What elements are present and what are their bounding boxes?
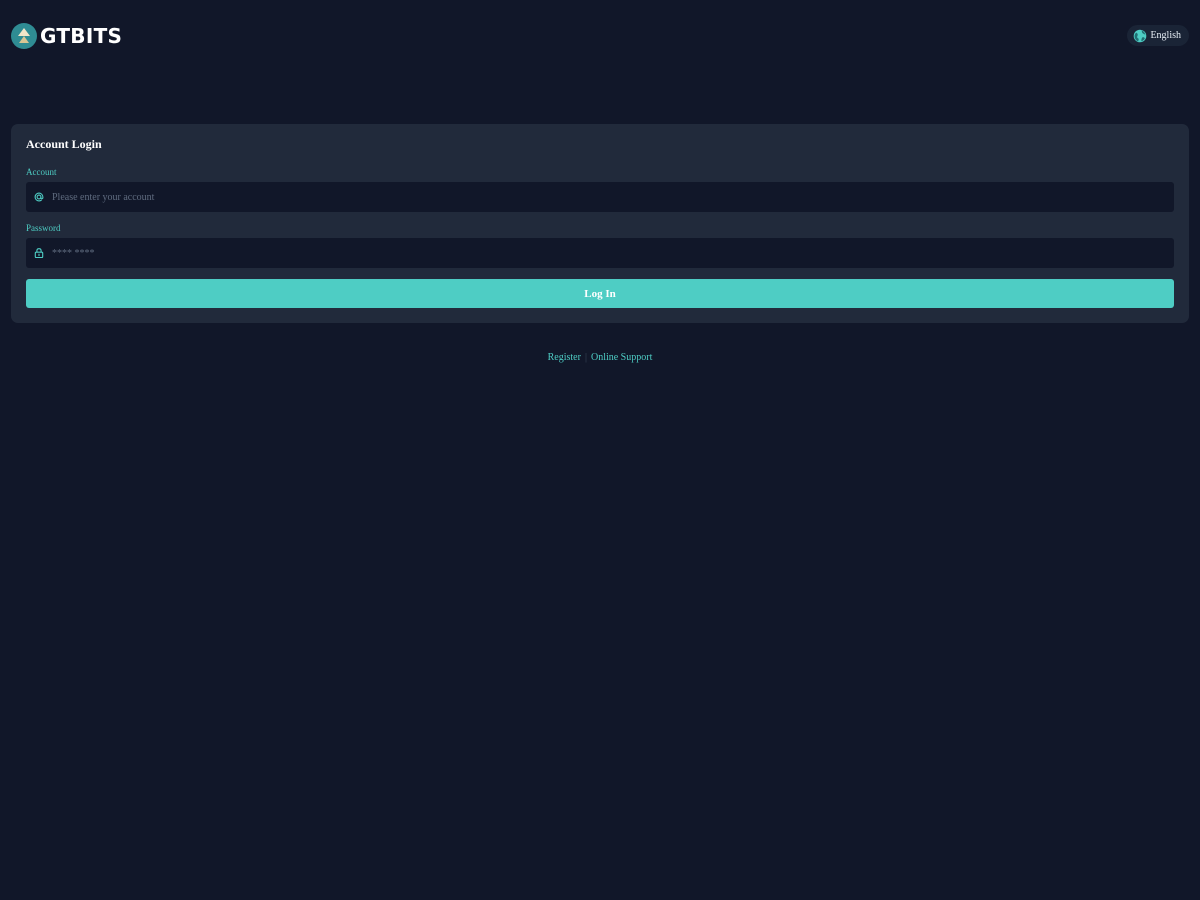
language-selector[interactable]: English: [1127, 25, 1189, 46]
register-link[interactable]: Register: [548, 352, 581, 363]
globe-icon: [1134, 29, 1147, 42]
password-input[interactable]: [52, 239, 1174, 267]
lock-icon: [34, 248, 44, 259]
account-field-wrapper: [26, 182, 1174, 212]
brand-logo[interactable]: GTBITS: [11, 23, 122, 49]
account-input[interactable]: [52, 183, 1174, 211]
gtbits-logo-icon: [11, 23, 37, 49]
footer-separator: |: [584, 352, 587, 363]
at-sign-icon: [34, 192, 44, 202]
account-label: Account: [26, 167, 57, 177]
login-title: Account Login: [26, 137, 102, 151]
password-label: Password: [26, 223, 61, 233]
login-card: Account Login Account Password Log In: [11, 124, 1189, 323]
login-button[interactable]: Log In: [26, 279, 1174, 308]
footer-links: Register | Online Support: [0, 352, 1200, 363]
online-support-link[interactable]: Online Support: [591, 352, 652, 363]
language-label: English: [1150, 30, 1181, 41]
top-header: GTBITS English: [0, 0, 1200, 72]
brand-name: GTBITS: [40, 24, 123, 48]
password-field-wrapper: [26, 238, 1174, 268]
